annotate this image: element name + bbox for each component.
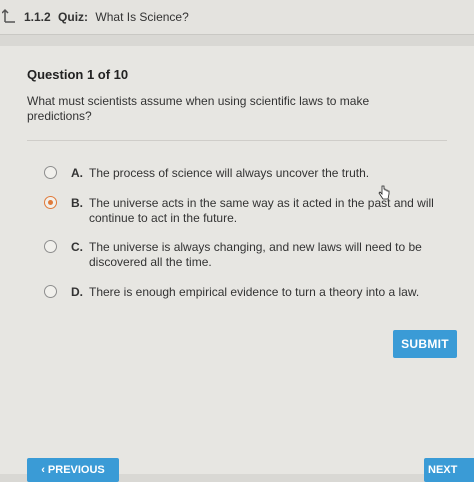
- hand-cursor-icon: [378, 185, 390, 200]
- option-letter: A.: [71, 166, 83, 180]
- option-letter: B.: [71, 196, 83, 210]
- top-bar: 1.1.2 Quiz: What Is Science?: [0, 0, 474, 35]
- next-button[interactable]: NEXT: [424, 458, 474, 482]
- radio-button[interactable]: [44, 285, 57, 298]
- divider: [27, 140, 447, 141]
- quiz-label: Quiz:: [58, 10, 89, 24]
- back-arrow-icon[interactable]: [2, 8, 16, 24]
- option-text: The process of science will always uncov…: [89, 166, 370, 180]
- option-text: The universe acts in the same way as it …: [89, 196, 434, 225]
- option-letter: C.: [71, 240, 83, 254]
- radio-button[interactable]: [44, 240, 57, 253]
- option-text: The universe is always changing, and new…: [89, 240, 422, 269]
- quiz-number: 1.1.2: [24, 10, 51, 24]
- option-letter: D.: [71, 285, 83, 299]
- previous-button[interactable]: ‹ PREVIOUS: [27, 458, 119, 482]
- radio-button[interactable]: [44, 166, 57, 179]
- radio-button-selected[interactable]: [44, 196, 57, 209]
- submit-button[interactable]: SUBMIT: [393, 330, 457, 358]
- quiz-title: 1.1.2 Quiz: What Is Science?: [24, 10, 189, 24]
- question-text: What must scientists assume when using s…: [27, 94, 370, 123]
- option-text: There is enough empirical evidence to tu…: [89, 285, 420, 299]
- question-heading: Question 1 of 10: [27, 67, 129, 82]
- quiz-name: What Is Science?: [95, 10, 189, 24]
